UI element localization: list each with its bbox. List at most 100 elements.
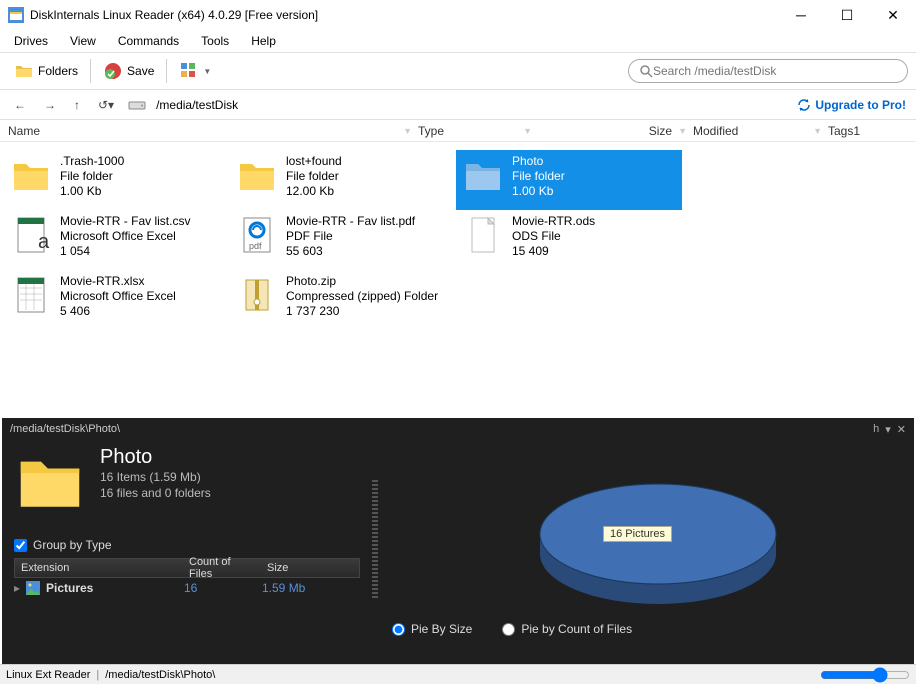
refresh-icon (797, 98, 811, 112)
menu-bar: Drives View Commands Tools Help (0, 30, 916, 52)
app-icon (8, 7, 24, 23)
menu-tools[interactable]: Tools (197, 32, 233, 50)
preview-folder-icon (14, 446, 86, 518)
pie-slice-label: 16 Pictures (603, 526, 672, 542)
close-button[interactable]: ✕ (870, 0, 916, 30)
file-size: 12.00 Kb (286, 184, 342, 199)
toolbar-separator (90, 59, 91, 83)
search-box[interactable] (628, 59, 908, 83)
search-input[interactable] (653, 64, 897, 78)
excel-icon (10, 274, 52, 316)
file-size: 1.00 Kb (60, 184, 124, 199)
folder-icon (236, 154, 278, 196)
file-name: Movie-RTR - Fav list.pdf (286, 214, 415, 229)
menu-help[interactable]: Help (247, 32, 280, 50)
size-header[interactable]: Size (261, 562, 331, 574)
count-cell: 16 (178, 581, 256, 595)
file-size: 1 737 230 (286, 304, 438, 319)
file-type: PDF File (286, 229, 415, 244)
filter-icon[interactable]: ▼ (813, 126, 822, 136)
excel-a-icon: a (10, 214, 52, 256)
pie-by-size-option[interactable]: Pie By Size (392, 622, 472, 636)
preview-pin-button[interactable]: ▾ (885, 423, 891, 436)
file-name: Photo (512, 154, 565, 169)
column-headers: Name▼ Type▼ Size▼ Modified▼ Tags1 (0, 120, 916, 142)
preview-close-button[interactable]: ✕ (897, 423, 906, 436)
file-type: Microsoft Office Excel (60, 289, 176, 304)
size-cell: 1.59 Mb (256, 581, 326, 595)
maximize-button[interactable]: ☐ (824, 0, 870, 30)
status-path: /media/testDisk\Photo\ (105, 669, 215, 681)
preview-items-line: 16 Items (1.59 Mb) (100, 469, 211, 485)
pdf-icon: pdf (236, 214, 278, 256)
file-list[interactable]: .Trash-1000 File folder 1.00 Kb lost+fou… (0, 142, 916, 400)
file-item[interactable]: Movie-RTR.ods ODS File 15 409 (456, 210, 682, 270)
preview-help-button[interactable]: h (873, 423, 879, 436)
column-name[interactable]: Name▼ (8, 124, 418, 138)
column-type[interactable]: Type▼ (418, 124, 538, 138)
ext-header[interactable]: Extension (15, 562, 183, 574)
file-size: 5 406 (60, 304, 176, 319)
column-modified[interactable]: Modified▼ (693, 124, 828, 138)
file-name: lost+found (286, 154, 342, 169)
nav-history-button[interactable]: ↺▾ (94, 94, 118, 116)
pictures-icon (26, 581, 40, 595)
file-item[interactable]: a Movie-RTR - Fav list.csv Microsoft Off… (4, 210, 230, 270)
pie-by-count-option[interactable]: Pie by Count of Files (502, 622, 632, 636)
toolbar: Folders Save ▼ (0, 52, 916, 90)
nav-back-button[interactable]: ← (10, 94, 30, 116)
menu-drives[interactable]: Drives (10, 32, 52, 50)
file-type: Microsoft Office Excel (60, 229, 190, 244)
status-app-name: Linux Ext Reader (6, 669, 90, 681)
file-item[interactable]: Movie-RTR.xlsx Microsoft Office Excel 5 … (4, 270, 230, 330)
preview-title: Photo (100, 446, 211, 469)
group-by-type-label: Group by Type (33, 538, 112, 552)
file-size: 1 054 (60, 244, 190, 259)
folder-icon (10, 154, 52, 196)
minimize-button[interactable]: ─ (778, 0, 824, 30)
filter-icon[interactable]: ▼ (403, 126, 412, 136)
menu-commands[interactable]: Commands (114, 32, 183, 50)
menu-view[interactable]: View (66, 32, 100, 50)
file-type: File folder (286, 169, 342, 184)
navigation-bar: ← → ↑ ↺▾ /media/testDisk Upgrade to Pro! (0, 90, 916, 120)
file-size: 1.00 Kb (512, 184, 565, 199)
filter-icon[interactable]: ▼ (523, 126, 532, 136)
svg-text:pdf: pdf (249, 241, 262, 251)
file-name: Movie-RTR - Fav list.csv (60, 214, 190, 229)
svg-text:a: a (38, 231, 50, 253)
filter-icon[interactable]: ▼ (678, 126, 687, 136)
save-button[interactable]: Save (97, 57, 160, 85)
search-icon (639, 64, 653, 78)
column-size[interactable]: Size▼ (538, 124, 693, 138)
file-name: .Trash-1000 (60, 154, 124, 169)
preview-right-pane: 16 Pictures Pie By Size Pie by Count of … (378, 440, 914, 640)
zip-icon (236, 274, 278, 316)
save-label: Save (127, 64, 154, 78)
file-item[interactable]: pdf Movie-RTR - Fav list.pdf PDF File 55… (230, 210, 456, 270)
expand-arrow-icon[interactable]: ▸ (14, 581, 26, 595)
nav-forward-button[interactable]: → (40, 94, 60, 116)
group-by-type-checkbox[interactable] (14, 539, 27, 552)
zoom-slider[interactable] (820, 667, 910, 683)
column-tags1[interactable]: Tags1 (828, 124, 898, 138)
folder-icon (462, 154, 504, 196)
file-type: ODS File (512, 229, 595, 244)
folders-label: Folders (38, 64, 78, 78)
folders-button[interactable]: Folders (8, 57, 84, 85)
view-options-button[interactable]: ▼ (173, 57, 217, 85)
file-name: Movie-RTR.xlsx (60, 274, 176, 289)
file-item[interactable]: Photo File folder 1.00 Kb (456, 150, 682, 210)
count-header[interactable]: Count of Files (183, 556, 261, 580)
table-row[interactable]: ▸ Pictures 16 1.59 Mb (14, 578, 360, 598)
window-title: DiskInternals Linux Reader (x64) 4.0.29 … (30, 8, 778, 22)
nav-up-button[interactable]: ↑ (70, 94, 84, 116)
breadcrumb-path[interactable]: /media/testDisk (156, 98, 787, 112)
file-item[interactable]: lost+found File folder 12.00 Kb (230, 150, 456, 210)
upgrade-link[interactable]: Upgrade to Pro! (797, 98, 906, 112)
file-item[interactable]: .Trash-1000 File folder 1.00 Kb (4, 150, 230, 210)
generic-icon (462, 214, 504, 256)
folders-icon (14, 61, 34, 81)
file-item[interactable]: Photo.zip Compressed (zipped) Folder 1 7… (230, 270, 456, 330)
preview-panel: /media/testDisk\Photo\ h ▾ ✕ Photo 16 It… (2, 418, 914, 664)
